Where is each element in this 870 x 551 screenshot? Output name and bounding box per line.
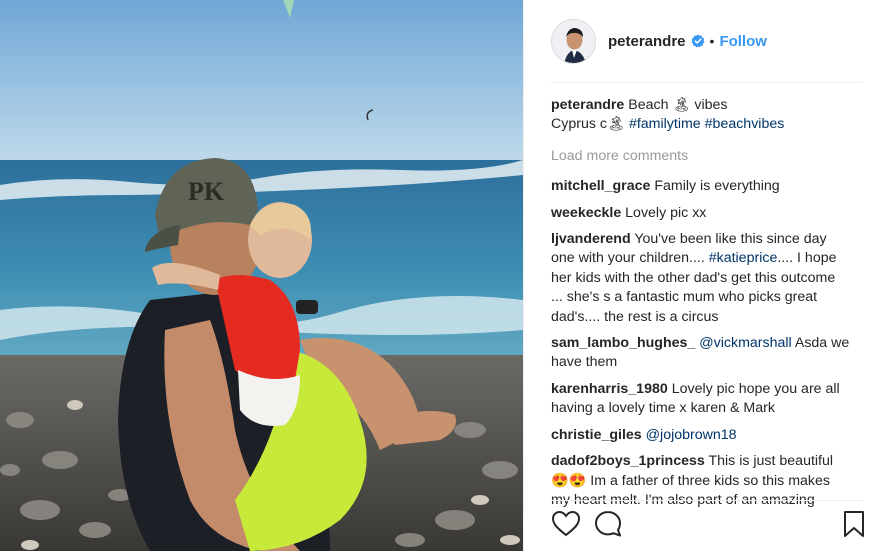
header-separator: •	[709, 33, 715, 49]
caption-text-line1: Beach 🏝 vibes	[628, 97, 728, 113]
comment-text: Lovely pic xx	[625, 204, 707, 221]
header-divider	[551, 82, 862, 83]
comment-item: sam_lambo_hughes_ @vickmarshall Asda we …	[551, 334, 851, 373]
post-caption: peterandre Beach 🏝 vibes Cyprus c🏝 #fami…	[551, 96, 851, 135]
comment-item: karenharris_1980 Lovely pic hope you are…	[551, 380, 851, 419]
instagram-post: PK peterandre • Follow peterandre Beach …	[0, 0, 870, 551]
comment-username[interactable]: sam_lambo_hughes_	[551, 335, 695, 351]
cap-logo-text: PK	[188, 177, 225, 206]
comment-username[interactable]: ljvanderend	[551, 231, 631, 247]
speech-bubble-icon	[595, 511, 621, 537]
heart-outline-icon	[551, 510, 581, 537]
hashtag-beachvibes[interactable]: #beachvibes	[705, 116, 785, 132]
comment-item: mitchell_grace Family is everything	[551, 177, 851, 196]
comment-username[interactable]: weekeckle	[551, 205, 621, 221]
comment-mention[interactable]: #katieprice	[709, 250, 778, 266]
comment-button[interactable]	[593, 509, 623, 539]
comment-username[interactable]: christie_giles	[551, 427, 642, 443]
actions-divider	[551, 500, 862, 501]
comment-mention[interactable]: @vickmarshall	[699, 335, 791, 351]
comment-username[interactable]: karenharris_1980	[551, 381, 668, 397]
post-header: peterandre • Follow	[524, 0, 870, 82]
comment-item: weekeckle Lovely pic xx	[551, 204, 851, 223]
post-actions-bar	[551, 509, 870, 541]
follow-button[interactable]: Follow	[719, 33, 767, 50]
comment-username[interactable]: dadof2boys_1princess	[551, 453, 705, 469]
like-button[interactable]	[551, 509, 581, 539]
beach-photo: PK	[0, 0, 523, 551]
comment-item: ljvanderend You've been like this since …	[551, 230, 851, 327]
comment-username[interactable]: mitchell_grace	[551, 178, 650, 194]
hashtag-familytime[interactable]: #familytime	[629, 116, 701, 132]
comments-list: peterandre Beach 🏝 vibes Cyprus c🏝 #fami…	[551, 96, 851, 517]
save-button[interactable]	[839, 509, 869, 539]
verified-badge-icon	[691, 34, 705, 48]
comment-mention[interactable]: @jojobrown18	[646, 427, 737, 443]
bookmark-icon	[844, 511, 864, 537]
comment-item: dadof2boys_1princess This is just beauti…	[551, 452, 851, 510]
caption-username[interactable]: peterandre	[551, 97, 624, 113]
avatar-image	[552, 19, 595, 63]
caption-text-line2: Cyprus c🏝	[551, 116, 625, 133]
post-side-panel: peterandre • Follow peterandre Beach 🏝 v…	[523, 0, 870, 551]
header-username[interactable]: peterandre	[608, 33, 686, 50]
post-photo[interactable]: PK	[0, 0, 523, 551]
comment-text: Family is everything	[654, 178, 780, 195]
avatar[interactable]	[551, 18, 596, 64]
load-more-comments-button[interactable]: Load more comments	[551, 147, 851, 166]
comment-item: christie_giles @jojobrown18	[551, 426, 851, 445]
